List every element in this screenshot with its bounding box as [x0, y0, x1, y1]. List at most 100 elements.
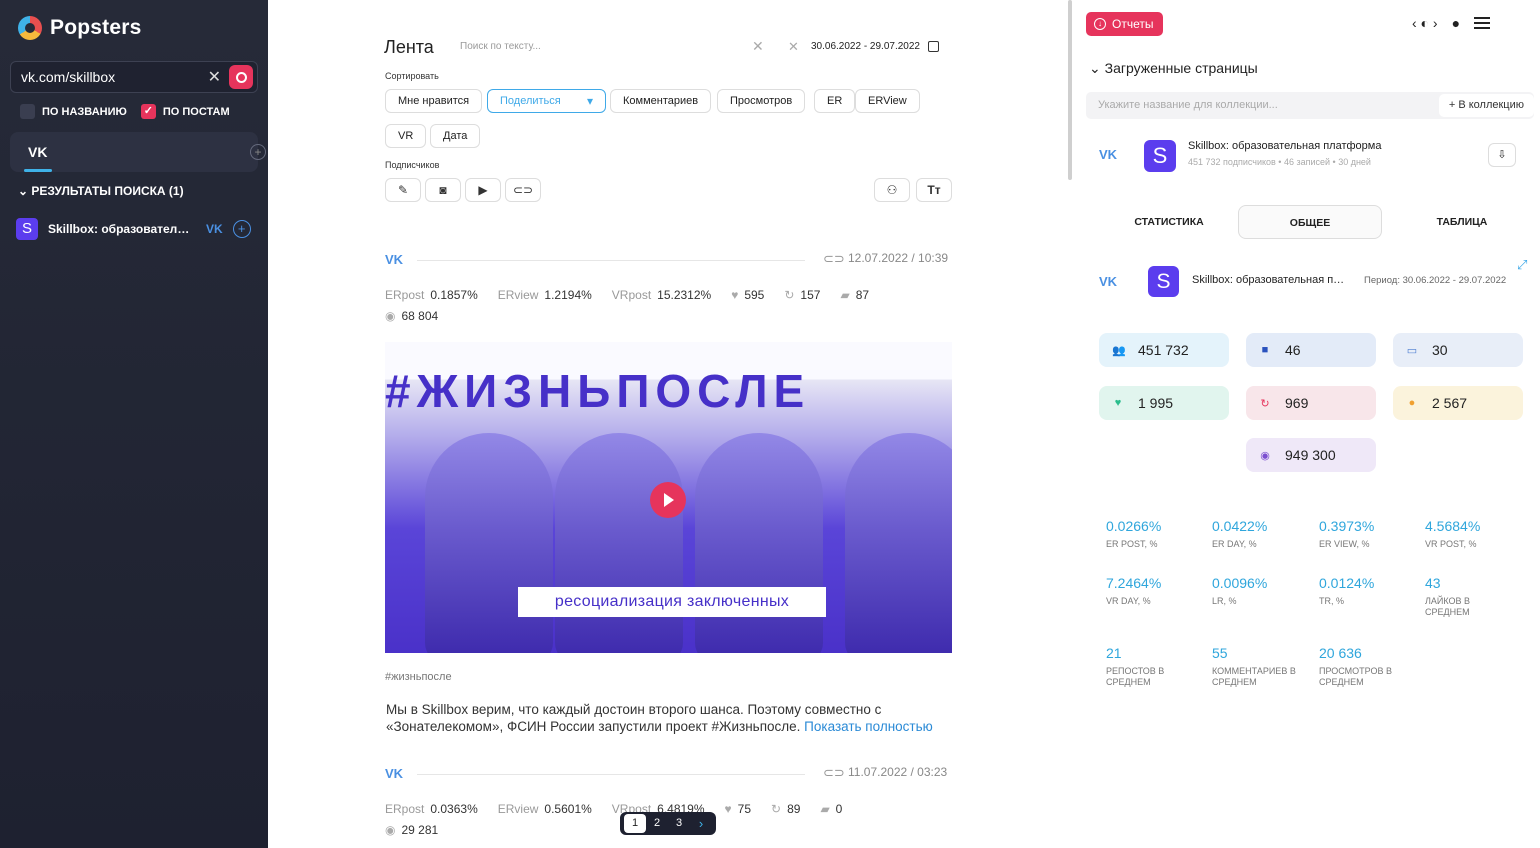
add-page-button[interactable]: +: [232, 220, 251, 238]
page-3-button[interactable]: 3: [668, 814, 690, 833]
erview-metric: ERview 1.2194%: [497, 288, 592, 302]
top-toolbar: ‹ ◐ › ●: [1412, 15, 1491, 31]
tab-general[interactable]: ОБЩЕЕ: [1238, 205, 1382, 239]
search-result-item[interactable]: S Skillbox: образовательная платформа VK…: [16, 218, 256, 240]
filter-photo-button[interactable]: ◙: [425, 178, 461, 202]
date-range-value: 30.06.2022 - 29.07.2022: [811, 41, 920, 52]
checkbox-checked[interactable]: ✓: [140, 104, 156, 119]
post-link-icon[interactable]: ⊂⊃: [823, 251, 845, 267]
metric-vr-day: 7.2464% VR DAY, %: [1106, 575, 1162, 606]
days-card: ▭ 30: [1393, 333, 1523, 367]
reposts-metric: ↻ 89: [771, 802, 801, 816]
subscribers-card: 👥 451 732: [1099, 333, 1229, 367]
search-results-heading[interactable]: ⌄ РЕЗУЛЬТАТЫ ПОИСКА (1): [18, 184, 184, 198]
text-search-input[interactable]: Поиск по тексту...: [460, 41, 541, 52]
person-figure: [845, 433, 952, 653]
clear-date-icon[interactable]: ✕: [788, 39, 799, 55]
filter-user-button[interactable]: ⚇: [874, 178, 910, 202]
sort-comments[interactable]: Комментариев: [610, 89, 712, 113]
page-title: Лента: [384, 37, 434, 57]
date-range-picker[interactable]: 30.06.2022 - 29.07.2022: [811, 41, 939, 52]
filter-link-button[interactable]: ⊂⊃: [505, 178, 541, 202]
post-date: 11.07.2022 / 03:23: [848, 765, 948, 779]
vrpost-metric: VRpost 15.2312%: [611, 288, 712, 302]
feed-scrollbar[interactable]: [1068, 0, 1072, 180]
page-2-button[interactable]: 2: [646, 814, 668, 833]
sort-er[interactable]: ER: [814, 89, 856, 113]
text-size-icon: Tт: [927, 183, 941, 197]
likes-card: ♥ 1 995: [1099, 386, 1229, 420]
checkbox-unchecked[interactable]: [20, 104, 35, 119]
sort-likes[interactable]: Мне нравится: [385, 89, 483, 113]
next-page-icon[interactable]: ›: [690, 816, 712, 831]
sort-date[interactable]: Дата: [430, 124, 481, 148]
metric-lr: 0.0096% LR, %: [1212, 575, 1268, 606]
collection-row: Укажите название для коллекции... + В ко…: [1086, 92, 1534, 119]
page-meta: 451 732 подписчиков • 46 записей • 30 дн…: [1188, 157, 1371, 167]
comments-metric: ▰ 87: [840, 288, 870, 302]
comment-icon: ▰: [840, 288, 850, 302]
reposts-metric: ↻ 157: [784, 288, 821, 302]
repost-icon: ↻: [784, 288, 795, 302]
sort-vr[interactable]: VR: [385, 124, 427, 148]
stats-tabs: СТАТИСТИКА ОБЩЕЕ ТАБЛИЦА: [1086, 205, 1534, 239]
comment-icon: ●: [1408, 397, 1416, 409]
metric-vr-post: 4.5684% VR POST, %: [1425, 518, 1481, 549]
check-by-name[interactable]: ПО НАЗВАНИЮ: [20, 104, 127, 119]
filter-video-button[interactable]: ▶: [465, 178, 501, 202]
sort-views[interactable]: Просмотров: [717, 89, 806, 113]
metric-tr: 0.0124% TR, %: [1319, 575, 1375, 606]
metric-avg-likes: 43 ЛАЙКОВ В СРЕДНЕМ: [1425, 575, 1471, 617]
tab-table[interactable]: ТАБЛИЦА: [1390, 205, 1534, 239]
feed-panel: Лента Поиск по тексту... ✕ ✕ 30.06.2022 …: [268, 0, 1072, 848]
pencil-icon: ✎: [397, 183, 409, 197]
expand-icon[interactable]: ⤢: [1517, 257, 1527, 273]
download-page-button[interactable]: ⇩: [1488, 143, 1516, 167]
post-link-icon[interactable]: ⊂⊃: [823, 765, 845, 781]
filter-text-button[interactable]: ✎: [385, 178, 421, 202]
divider: [417, 774, 805, 775]
app-logo[interactable]: Popsters: [18, 16, 141, 40]
show-more-link[interactable]: Показать полностью: [804, 719, 933, 734]
text-size-button[interactable]: Tт: [916, 178, 952, 202]
vk-icon[interactable]: VK: [385, 766, 403, 781]
play-icon[interactable]: [650, 482, 686, 518]
loaded-pages-heading[interactable]: ⌄ Загруженные страницы: [1089, 60, 1258, 77]
heart-icon: ♥: [1114, 397, 1122, 409]
vk-icon[interactable]: VK: [385, 252, 403, 267]
clear-search-icon[interactable]: ✕: [208, 67, 221, 87]
menu-icon[interactable]: [1474, 17, 1491, 29]
post-date: 12.07.2022 / 10:39: [848, 251, 949, 265]
post-video-thumbnail[interactable]: #ЖИЗНЬПОСЛЕ ресоциализация заключенных: [385, 342, 952, 653]
reports-button[interactable]: ↓ Отчеты: [1086, 12, 1164, 36]
video-icon: ▶: [478, 183, 488, 197]
page-search-box[interactable]: vk.com/skillbox ✕: [10, 61, 258, 93]
sort-shares-dropdown[interactable]: Поделиться: [487, 89, 606, 113]
collection-name-input[interactable]: Укажите название для коллекции...: [1098, 99, 1278, 111]
user-icon[interactable]: ●: [1452, 15, 1460, 31]
page-search-input[interactable]: vk.com/skillbox: [21, 69, 208, 85]
loaded-page-item[interactable]: VK S Skillbox: образовательная платформа…: [1099, 138, 1534, 174]
link-icon: ⊂⊃: [512, 183, 534, 197]
clear-text-search-icon[interactable]: ✕: [752, 38, 764, 55]
tab-vk[interactable]: VK: [28, 144, 47, 160]
summary-header: VK S Skillbox: образовательная платформа…: [1099, 257, 1534, 299]
search-button[interactable]: [229, 65, 253, 89]
add-to-collection-button[interactable]: + В коллекцию: [1438, 94, 1534, 117]
posts-icon: ■: [1261, 344, 1269, 356]
page-1-button[interactable]: 1: [624, 814, 646, 833]
post-hashtag[interactable]: #жизньпосле: [385, 671, 452, 683]
subscribers-label: Подписчиков: [385, 160, 440, 170]
network-tabs: VK +: [10, 132, 266, 172]
person-figure: [695, 433, 823, 653]
code-icon[interactable]: ‹ ◐ ›: [1412, 15, 1438, 31]
views-card: ◉ 949 300: [1246, 438, 1376, 472]
sort-erview[interactable]: ERView: [855, 89, 920, 113]
erpost-metric: ERpost 0.0363%: [385, 802, 478, 816]
search-mode-checks: ПО НАЗВАНИЮ ✓ ПО ПОСТАМ: [20, 104, 230, 119]
download-icon: ↓: [1094, 18, 1106, 30]
tab-statistics[interactable]: СТАТИСТИКА: [1097, 205, 1241, 239]
check-by-posts[interactable]: ✓ ПО ПОСТАМ: [140, 104, 230, 119]
metric-avg-reposts: 21 РЕПОСТОВ В СРЕДНЕМ: [1106, 645, 1165, 687]
add-network-button[interactable]: +: [250, 144, 266, 160]
